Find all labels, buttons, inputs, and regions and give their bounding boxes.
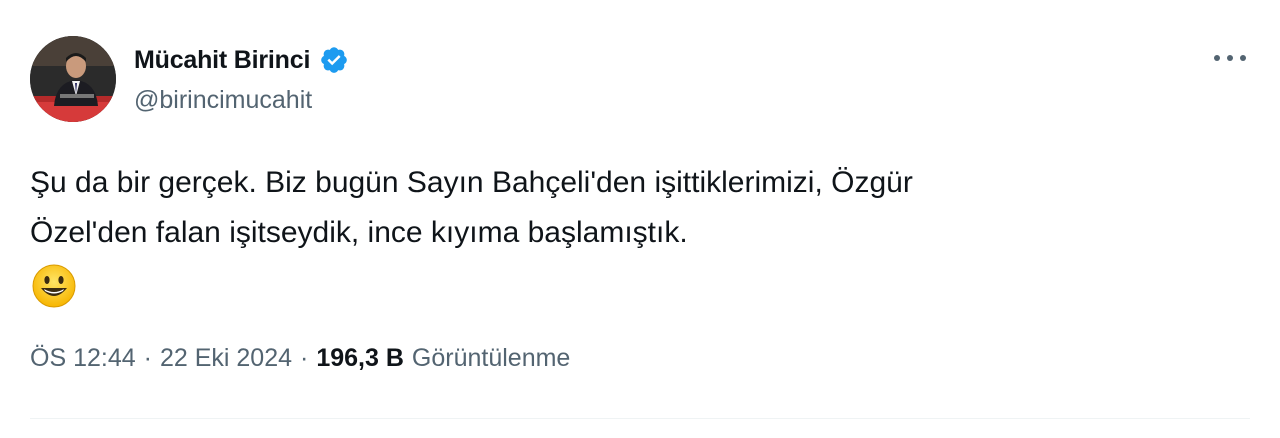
meta-separator: · [143, 344, 152, 372]
tweet-card: Mücahit Birinci @birincimucahit Şu da bi… [0, 0, 1280, 438]
author-row: Mücahit Birinci [134, 42, 349, 78]
tweet-time[interactable]: ÖS 12:44 [30, 344, 136, 373]
avatar[interactable] [30, 36, 116, 122]
tweet-text-line: Şu da bir gerçek. Biz bugün Sayın Bahçel… [30, 166, 913, 199]
more-options-button[interactable] [1208, 44, 1252, 72]
views-count[interactable]: 196,3 B [316, 344, 404, 373]
tweet-text-line: Özel'den falan işitseydik, ince kıyıma b… [30, 216, 688, 249]
views-label[interactable]: Görüntülenme [412, 344, 570, 373]
tweet-date[interactable]: 22 Eki 2024 [160, 344, 292, 373]
grinning-face-icon [30, 262, 78, 310]
more-dots-icon [1214, 55, 1246, 61]
tweet-meta: ÖS 12:44 · 22 Eki 2024 · 196,3 B Görüntü… [30, 344, 570, 373]
profile-photo-icon [30, 36, 116, 122]
display-name[interactable]: Mücahit Birinci [134, 46, 310, 75]
meta-separator: · [300, 344, 309, 372]
tweet-text: Şu da bir gerçek. Biz bugün Sayın Bahçel… [30, 158, 1200, 258]
divider [30, 418, 1250, 419]
verified-badge-icon[interactable] [319, 45, 349, 75]
handle[interactable]: @birincimucahit [134, 86, 312, 115]
